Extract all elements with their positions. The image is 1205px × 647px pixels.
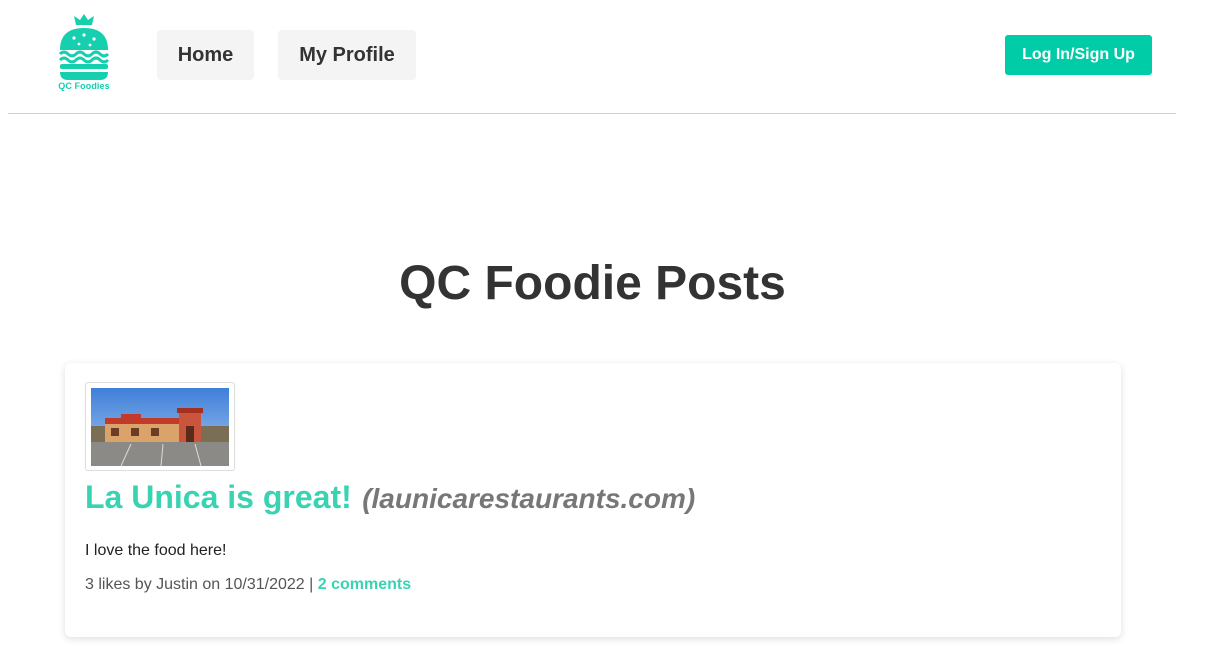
post-domain: (launicarestaurants.com) — [362, 483, 696, 514]
comments-link[interactable]: 2 comments — [318, 576, 411, 593]
post-thumbnail[interactable] — [85, 382, 235, 471]
login-signup-button[interactable]: Log In/Sign Up — [1005, 35, 1152, 75]
post-card: La Unica is great! (launicarestaurants.c… — [65, 363, 1121, 637]
post-title-row: La Unica is great! (launicarestaurants.c… — [85, 479, 695, 516]
nav-home-button[interactable]: Home — [157, 30, 254, 80]
burger-crown-logo-icon — [58, 14, 110, 80]
navbar: QC Foodies Home My Profile Log In/Sign U… — [8, 0, 1176, 114]
post-body: I love the food here! — [85, 542, 227, 559]
nav-my-profile-button[interactable]: My Profile — [278, 30, 416, 80]
post-title-link[interactable]: La Unica is great! — [85, 479, 352, 515]
restaurant-photo-image — [91, 388, 229, 466]
page-title: QC Foodie Posts — [399, 257, 786, 310]
post-meta: 3 likes by Justin on 10/31/2022 | 2 comm… — [85, 576, 411, 594]
meta-separator: | — [309, 576, 314, 593]
logo-text: QC Foodies — [58, 81, 110, 91]
site-logo[interactable]: QC Foodies — [54, 12, 114, 94]
post-likes-author-date: 3 likes by Justin on 10/31/2022 — [85, 576, 305, 593]
